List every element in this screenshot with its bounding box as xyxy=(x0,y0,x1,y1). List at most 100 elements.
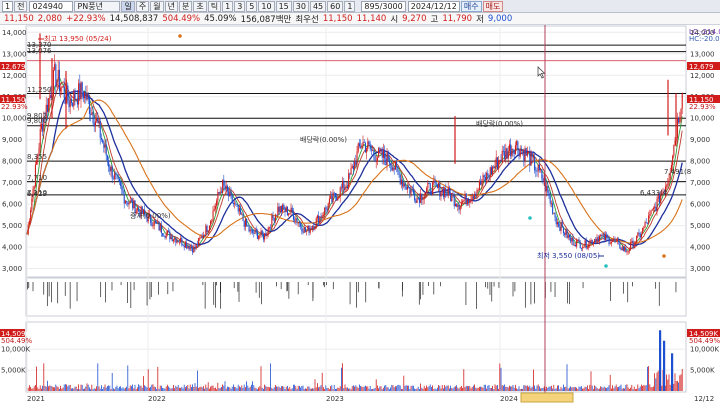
candle-body xyxy=(238,208,240,212)
period-button-4[interactable]: 초 xyxy=(193,0,207,12)
interval-button-5[interactable]: 30 xyxy=(292,0,309,12)
candle-body xyxy=(255,229,257,232)
candle-body xyxy=(531,152,533,157)
candle-body xyxy=(391,165,393,171)
candle-body xyxy=(566,229,568,239)
interval-button-8[interactable]: 1 xyxy=(344,0,356,12)
candle-body xyxy=(452,194,454,196)
candle-body xyxy=(482,175,484,183)
candle-body xyxy=(598,235,600,242)
candle-body xyxy=(280,206,282,212)
candle-body xyxy=(91,112,93,115)
candle-body xyxy=(393,167,395,170)
market-select[interactable]: 전 xyxy=(14,0,28,12)
stock-code-input[interactable]: 024940 xyxy=(29,0,74,12)
candle-body xyxy=(619,241,621,249)
candle-body xyxy=(168,231,170,233)
candle-body xyxy=(243,220,245,227)
candle-body xyxy=(189,246,191,250)
chart-label: 11,250 xyxy=(27,86,52,94)
candle-body xyxy=(433,180,435,183)
candle-body xyxy=(469,200,471,203)
candle-body xyxy=(571,237,573,242)
candle-body xyxy=(555,217,557,225)
candle-body xyxy=(110,166,112,172)
candle-body xyxy=(82,91,84,99)
period-button-2[interactable]: 년 xyxy=(164,0,178,12)
candle-body xyxy=(321,215,323,218)
candle-body xyxy=(214,206,216,209)
buy-button[interactable]: 매수 xyxy=(460,0,482,12)
candle-body xyxy=(273,218,275,222)
candle-body xyxy=(396,161,398,167)
candle-body xyxy=(170,236,172,240)
right-vol-pct-tag: 504.49% xyxy=(689,337,720,345)
candle-body xyxy=(435,183,437,185)
candle-body xyxy=(367,141,369,149)
candle-body xyxy=(456,204,458,207)
stock-chart[interactable]: 3,000 3,000 4,000 4,000 5,000 5,000 6,000 6,000… xyxy=(0,25,720,404)
best-label: 최우선 xyxy=(295,14,319,25)
interval-button-4[interactable]: 15 xyxy=(275,0,292,12)
date-field[interactable]: 2024/12/12 xyxy=(407,0,460,12)
interval-button-2[interactable]: 5 xyxy=(246,0,258,12)
period-button-5[interactable]: 틱 xyxy=(207,0,222,12)
interval-button-0[interactable]: 1 xyxy=(222,0,234,12)
candle-body xyxy=(564,233,566,235)
candle-body xyxy=(406,186,408,190)
candle-body xyxy=(523,150,525,161)
candle-body xyxy=(334,193,336,198)
candle-body xyxy=(489,167,491,178)
candle-body xyxy=(63,86,65,98)
current-price: 11,150 xyxy=(4,13,34,24)
candle-body xyxy=(520,148,522,152)
candle-body xyxy=(420,193,422,203)
candle-body xyxy=(600,234,602,236)
candle-body xyxy=(643,227,645,229)
stock-name-field[interactable]: PN풍년 xyxy=(74,0,121,12)
sell-button[interactable]: 매도 xyxy=(482,0,504,12)
y-tick-label-right: 13,000 xyxy=(690,50,715,58)
chart-label: 6,433(4 xyxy=(640,189,668,197)
candle-body xyxy=(604,234,606,240)
candle-body xyxy=(28,220,30,225)
candle-body xyxy=(475,193,477,196)
interval-button-1[interactable]: 3 xyxy=(234,0,246,12)
market-code-field[interactable]: 1 xyxy=(2,0,14,12)
x-tick-label: 2024 xyxy=(500,395,518,403)
change-rate: +22.93% xyxy=(66,13,106,24)
candle-body xyxy=(538,164,540,171)
candle-body xyxy=(426,188,428,193)
candle-body xyxy=(249,229,251,232)
candle-body xyxy=(392,167,394,171)
candle-body xyxy=(199,237,201,239)
candle-body xyxy=(494,165,496,168)
x-tick-label: 12/12 xyxy=(694,395,714,403)
candle-body xyxy=(667,183,669,186)
interval-button-6[interactable]: 45 xyxy=(309,0,327,12)
candle-body xyxy=(205,225,207,237)
candle-body xyxy=(483,175,485,178)
candle-body xyxy=(398,171,400,175)
interval-button-3[interactable]: 10 xyxy=(258,0,275,12)
candle-body xyxy=(536,170,538,172)
high-price: 11,790 xyxy=(442,13,473,24)
period-button-1[interactable]: 월 xyxy=(150,0,164,12)
high-label: 고 xyxy=(430,14,439,25)
period-button-3[interactable]: 분 xyxy=(178,0,193,12)
candle-body xyxy=(607,237,609,239)
interval-button-7[interactable]: 60 xyxy=(327,0,344,12)
chart-label: 배당락(0.00%) xyxy=(476,119,523,128)
candle-body xyxy=(31,198,33,211)
candle-body xyxy=(441,188,443,193)
candle-body xyxy=(222,179,224,193)
count-field[interactable]: 895/3000 xyxy=(361,0,406,12)
candle-body xyxy=(584,240,586,247)
y-tick-label-right: 7,000 xyxy=(690,179,710,187)
volume-panel xyxy=(25,321,687,393)
candle-body xyxy=(519,148,521,157)
candle-body xyxy=(338,197,340,198)
candle-body xyxy=(562,227,564,234)
period-day-button[interactable]: 일 xyxy=(121,0,135,12)
period-button-0[interactable]: 주 xyxy=(135,0,150,12)
